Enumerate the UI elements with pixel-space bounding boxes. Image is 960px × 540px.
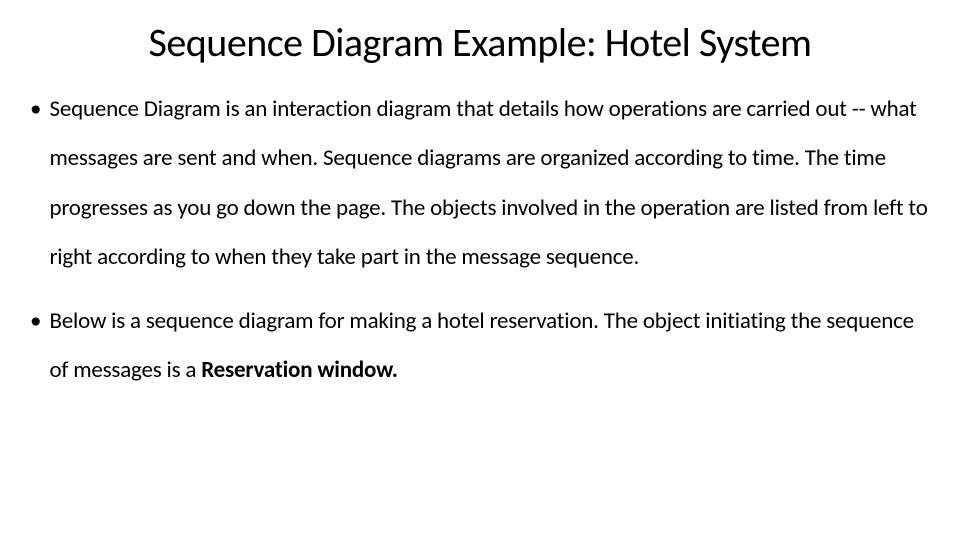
bullet-marker-icon: • [30,297,41,396]
slide-content: • Sequence Diagram is an interaction dia… [0,75,960,396]
bullet-bold: Reservation window. [201,356,397,384]
bullet-item: • Below is a sequence diagram for making… [30,297,930,396]
bullet-text: Below is a sequence diagram for making a… [49,297,930,396]
bullet-text: Sequence Diagram is an interaction diagr… [49,85,930,283]
bullet-prefix: Below is a sequence diagram for making a… [49,307,913,384]
bullet-marker-icon: • [30,85,41,283]
bullet-item: • Sequence Diagram is an interaction dia… [30,85,930,283]
slide-title: Sequence Diagram Example: Hotel System [0,0,960,75]
